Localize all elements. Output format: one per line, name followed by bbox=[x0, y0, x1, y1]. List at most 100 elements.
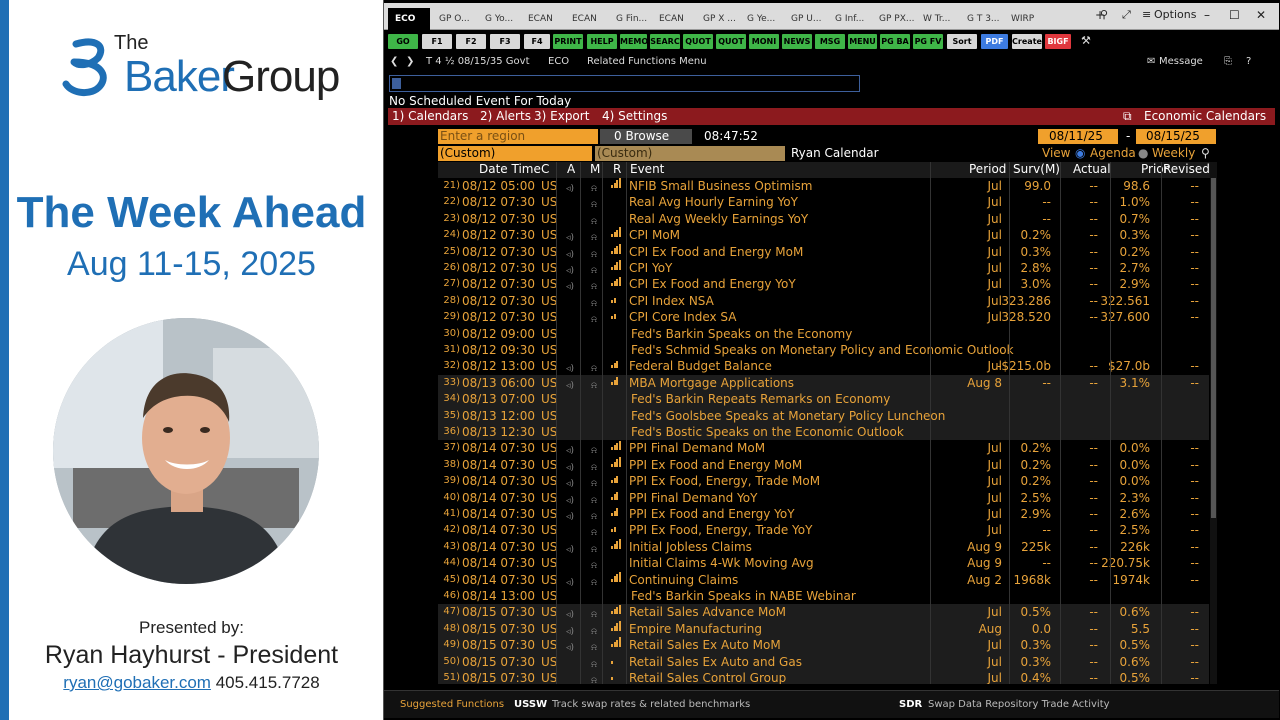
tab-12[interactable]: W Tr... bbox=[916, 8, 958, 30]
options-menu[interactable]: Options bbox=[1154, 8, 1196, 21]
table-row[interactable]: 44) 08/14 07:30 US Initial Claims 4-Wk Movi… bbox=[438, 555, 1209, 571]
table-row[interactable]: 37) 08/14 07:30 US PPI Final Demand MoM Jul 0… bbox=[438, 440, 1209, 456]
tab-3[interactable]: ECAN bbox=[521, 8, 563, 30]
ussw-function-code[interactable]: USSW bbox=[514, 699, 547, 710]
tab-8[interactable]: G Ye... bbox=[740, 8, 782, 30]
function-key-20[interactable]: BIGF bbox=[1045, 34, 1071, 49]
function-key-6[interactable]: HELP bbox=[587, 34, 617, 49]
table-row[interactable]: 30) 08/12 09:00 US Fed's Barkin Speaks on t… bbox=[438, 326, 1209, 342]
window-mode-icon[interactable]: ⎘ bbox=[1224, 56, 1232, 67]
tab-5[interactable]: G Fin... bbox=[609, 8, 651, 30]
tab-14[interactable]: WIRP bbox=[1004, 8, 1046, 30]
table-row[interactable]: 50) 08/15 07:30 US Retail Sales Ex Auto and… bbox=[438, 653, 1209, 670]
col-memo[interactable]: M bbox=[590, 162, 600, 176]
function-key-16[interactable]: PG FV bbox=[913, 34, 943, 49]
table-row[interactable]: 35) 08/13 12:00 US Fed's Goolsbee Speaks at… bbox=[438, 407, 1209, 424]
table-row[interactable]: 29) 08/12 07:30 US CPI Core Index SA Jul 328.… bbox=[438, 309, 1209, 325]
region-input[interactable]: Enter a region bbox=[438, 129, 598, 144]
function-key-7[interactable]: MEMO bbox=[620, 34, 648, 49]
agenda-option[interactable]: Agenda bbox=[1090, 146, 1136, 161]
table-row[interactable]: 23) 08/12 07:30 US Real Avg Weekly Earnings… bbox=[438, 211, 1209, 227]
function-code[interactable]: ECO bbox=[548, 56, 569, 67]
table-row[interactable]: 38) 08/14 07:30 US PPI Ex Food and Energy M… bbox=[438, 456, 1209, 473]
col-datetime[interactable]: Date Time bbox=[479, 162, 541, 176]
weekly-radio-icon[interactable]: ● bbox=[1138, 146, 1148, 161]
table-row[interactable]: 51) 08/15 07:30 US Retail Sales Control Gro… bbox=[438, 670, 1209, 684]
tab-6[interactable]: ECAN bbox=[652, 8, 694, 30]
tab-0[interactable]: ECO bbox=[388, 8, 430, 30]
function-key-3[interactable]: F3 bbox=[490, 34, 520, 49]
table-scrollbar[interactable] bbox=[1210, 162, 1217, 684]
close-icon[interactable]: ✕ bbox=[1256, 8, 1266, 22]
table-row[interactable]: 42) 08/14 07:30 US PPI Ex Food, Energy, Tra… bbox=[438, 522, 1209, 538]
tab-9[interactable]: GP U... bbox=[784, 8, 826, 30]
table-row[interactable]: 40) 08/14 07:30 US PPI Final Demand YoY Jul 2… bbox=[438, 490, 1209, 506]
alerts-menu[interactable]: 2) Alerts bbox=[480, 109, 531, 123]
function-key-2[interactable]: F2 bbox=[456, 34, 486, 49]
tab-2[interactable]: G Yo... bbox=[478, 8, 520, 30]
gear-icon[interactable]: ≡ bbox=[1142, 8, 1151, 21]
custom-filter-select-1[interactable]: (Custom) bbox=[438, 146, 592, 161]
security-ticker[interactable]: T 4 ½ 08/15/35 Govt bbox=[426, 56, 530, 67]
person-search-icon[interactable]: ⚲ bbox=[1201, 146, 1210, 161]
custom-filter-select-2[interactable]: (Custom) bbox=[595, 146, 785, 161]
col-country[interactable]: C bbox=[541, 162, 549, 176]
command-line-input[interactable] bbox=[389, 75, 860, 92]
presenter-email-link[interactable]: ryan@gobaker.com bbox=[63, 673, 211, 692]
ussw-description[interactable]: Track swap rates & related benchmarks bbox=[552, 699, 750, 710]
minimize-icon[interactable]: – bbox=[1204, 8, 1210, 22]
related-functions-menu[interactable]: Related Functions Menu bbox=[587, 56, 707, 67]
col-survey[interactable]: Surv(M) bbox=[1013, 162, 1060, 176]
economic-calendars-link[interactable]: Economic Calendars bbox=[1144, 109, 1266, 123]
maximize-icon[interactable]: ☐ bbox=[1229, 8, 1240, 22]
function-key-4[interactable]: F4 bbox=[524, 34, 550, 49]
sdr-description[interactable]: Swap Data Repository Trade Activity bbox=[928, 699, 1110, 710]
function-key-15[interactable]: PG BA bbox=[880, 34, 910, 49]
sdr-function-code[interactable]: SDR bbox=[899, 699, 922, 710]
message-icon[interactable]: ✉ bbox=[1147, 56, 1155, 67]
tab-11[interactable]: GP PX... bbox=[872, 8, 914, 30]
function-key-11[interactable]: MONI bbox=[749, 34, 779, 49]
table-row[interactable]: 36) 08/13 12:30 US Fed's Bostic Speaks on t… bbox=[438, 424, 1209, 441]
tab-1[interactable]: GP O... bbox=[432, 8, 476, 30]
col-revised[interactable]: Revised bbox=[1163, 162, 1210, 176]
table-row[interactable]: 26) 08/12 07:30 US CPI YoY Jul 2.8% -- 2.7% -- ◃)… bbox=[438, 260, 1209, 276]
tab-7[interactable]: GP X ... bbox=[696, 8, 738, 30]
table-row[interactable]: 46) 08/14 13:00 US Fed's Barkin Speaks in N… bbox=[438, 588, 1209, 604]
function-key-0[interactable]: GO bbox=[388, 34, 418, 49]
date-from-input[interactable]: 08/11/25 bbox=[1038, 129, 1118, 144]
agenda-radio-icon[interactable]: ◉ bbox=[1075, 146, 1085, 161]
function-key-19[interactable]: Create bbox=[1012, 34, 1042, 49]
weekly-option[interactable]: Weekly bbox=[1152, 146, 1195, 161]
table-row[interactable]: 31) 08/12 09:30 US Fed's Schmid Speaks on M… bbox=[438, 342, 1209, 358]
table-row[interactable]: 47) 08/15 07:30 US Retail Sales Advance MoM… bbox=[438, 604, 1209, 621]
tab-4[interactable]: ECAN bbox=[565, 8, 607, 30]
message-button[interactable]: Message bbox=[1159, 56, 1203, 67]
table-row[interactable]: 48) 08/15 07:30 US Empire Manufacturing Aug 0… bbox=[438, 620, 1209, 638]
help-icon[interactable]: ? bbox=[1246, 56, 1251, 67]
col-event[interactable]: Event bbox=[630, 162, 664, 176]
expand-icon[interactable]: ⤢ bbox=[1122, 8, 1131, 22]
table-row[interactable]: 43) 08/14 07:30 US Initial Jobless Claims Au… bbox=[438, 538, 1209, 555]
col-relevance[interactable]: R bbox=[613, 162, 621, 176]
forward-arrow-icon[interactable]: ❯ bbox=[406, 56, 414, 67]
function-key-12[interactable]: NEWS bbox=[782, 34, 812, 49]
table-row[interactable]: 21) 08/12 05:00 US NFIB Small Business Opti… bbox=[438, 178, 1209, 194]
tab-13[interactable]: G T 3... bbox=[960, 8, 1002, 30]
calendars-menu[interactable]: 1) Calendars bbox=[392, 109, 468, 123]
table-row[interactable]: 32) 08/12 13:00 US Federal Budget Balance Ju… bbox=[438, 358, 1209, 374]
table-row[interactable]: 39) 08/14 07:30 US PPI Ex Food, Energy, Tra… bbox=[438, 473, 1209, 489]
bell-icon[interactable]: ⍾ bbox=[591, 673, 597, 684]
table-row[interactable]: 41) 08/14 07:30 US PPI Ex Food and Energy Y… bbox=[438, 506, 1209, 522]
table-row[interactable]: 49) 08/15 07:30 US Retail Sales Ex Auto MoM… bbox=[438, 637, 1209, 654]
export-menu[interactable]: 3) Export bbox=[534, 109, 589, 123]
function-key-17[interactable]: Sort bbox=[947, 34, 977, 49]
table-row[interactable]: 27) 08/12 07:30 US CPI Ex Food and Energy Y… bbox=[438, 276, 1209, 292]
search-icon[interactable]: ⚲ bbox=[1100, 8, 1108, 21]
function-key-14[interactable]: MENU bbox=[848, 34, 877, 49]
back-arrow-icon[interactable]: ❮ bbox=[390, 56, 398, 67]
function-key-8[interactable]: SEARC bbox=[650, 34, 680, 49]
col-alert[interactable]: A bbox=[567, 162, 575, 176]
browse-button[interactable]: 0 Browse bbox=[600, 129, 692, 144]
table-row[interactable]: 45) 08/14 07:30 US Continuing Claims Aug 2 19… bbox=[438, 571, 1209, 588]
